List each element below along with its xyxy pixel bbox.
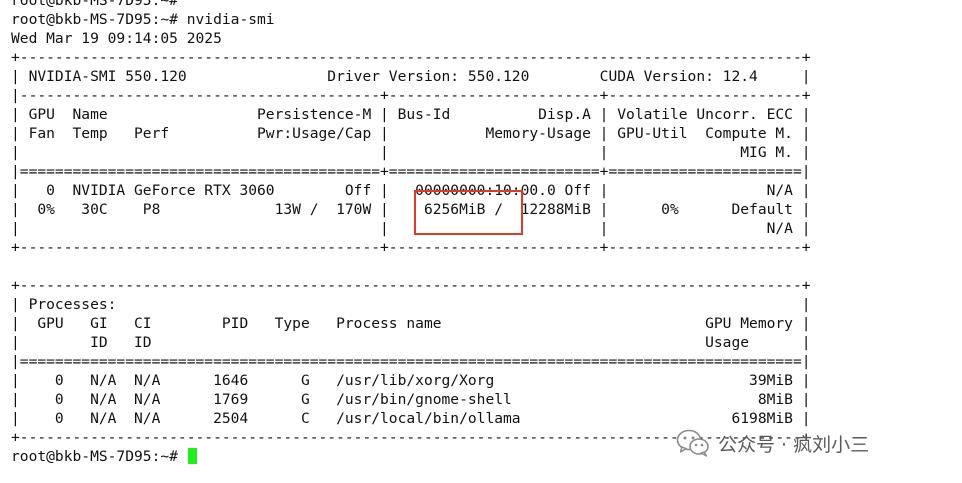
- terminal-output[interactable]: root@bkb-MS-7D95:~# root@bkb-MS-7D95:~# n…: [11, 0, 962, 466]
- terminal-line: | 0 N/A N/A 2504 C /usr/local/bin/ollama…: [11, 410, 811, 427]
- terminal-line: | GPU GI CI PID Type Process name GPU Me…: [11, 315, 811, 332]
- terminal-line: |=======================================…: [11, 353, 811, 370]
- terminal-line: | 0 N/A N/A 1646 G /usr/lib/xorg/Xorg 39…: [11, 372, 811, 389]
- watermark-text: 公众号 · 疯刘小三: [718, 433, 870, 456]
- terminal-line: +---------------------------------------…: [11, 239, 811, 256]
- terminal-line: | Fan Temp Perf Pwr:Usage/Cap | Memory-U…: [11, 125, 811, 142]
- terminal-line: | | | MIG M. |: [11, 144, 811, 161]
- terminal-line: | 0% 30C P8 13W / 170W | 6256MiB / 12288…: [11, 201, 811, 218]
- terminal-line: Wed Mar 19 09:14:05 2025: [11, 30, 222, 47]
- terminal-line: |=======================================…: [11, 163, 811, 180]
- terminal-line: | 0 NVIDIA GeForce RTX 3060 Off | 000000…: [11, 182, 811, 199]
- terminal-line: root@bkb-MS-7D95:~# nvidia-smi: [11, 11, 275, 28]
- terminal-line: | 0 N/A N/A 1769 G /usr/bin/gnome-shell …: [11, 391, 811, 408]
- watermark: 公众号 · 疯刘小三: [676, 428, 869, 458]
- terminal-line: | NVIDIA-SMI 550.120 Driver Version: 550…: [11, 68, 811, 85]
- terminal-line: root@bkb-MS-7D95:~#: [11, 0, 178, 9]
- terminal-line: | GPU Name Persistence-M | Bus-Id Disp.A…: [11, 106, 811, 123]
- terminal-line: +---------------------------------------…: [11, 277, 811, 294]
- terminal-line: | | | N/A |: [11, 220, 811, 237]
- wechat-icon: [676, 429, 709, 457]
- shell-prompt: root@bkb-MS-7D95:~#: [11, 448, 187, 465]
- terminal-line: +---------------------------------------…: [11, 49, 811, 66]
- terminal-line: | ID ID Usage |: [11, 334, 811, 351]
- terminal-line: |---------------------------------------…: [11, 87, 811, 104]
- terminal-cursor[interactable]: [187, 448, 197, 464]
- terminal-line: | Processes: |: [11, 296, 811, 313]
